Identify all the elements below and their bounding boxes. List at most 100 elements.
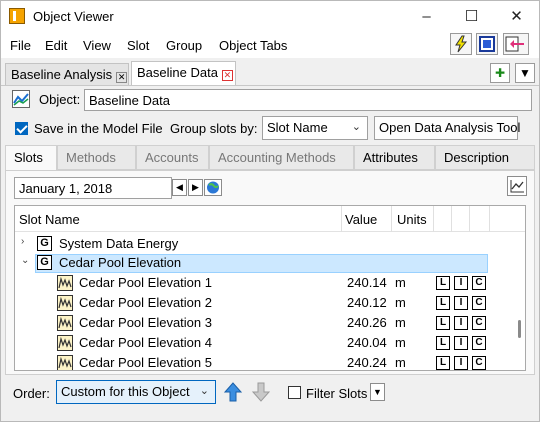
tab-description[interactable]: Description [435, 145, 535, 170]
move-up-icon[interactable] [223, 381, 243, 403]
slot-tree: Slot Name Value Units › G System Data En… [14, 205, 526, 371]
save-in-model-checkbox[interactable] [15, 122, 28, 135]
flag-i-icon: I [454, 336, 468, 350]
previous-date-button[interactable]: ◀ [172, 179, 187, 196]
column-value[interactable]: Value [345, 212, 377, 227]
column-separator [391, 206, 392, 232]
table-row[interactable]: Cedar Pool Elevation 1 240.14 m L I C [15, 273, 525, 293]
slot-units: m [395, 315, 406, 330]
object-row: Object: Baseline Data [1, 85, 539, 115]
next-date-button[interactable]: ▶ [188, 179, 203, 196]
flag-l-icon: L [436, 296, 450, 310]
menu-file[interactable]: File [10, 38, 31, 53]
tab-accounting-methods[interactable]: Accounting Methods [209, 145, 354, 170]
flag-l-icon: L [436, 336, 450, 350]
group-by-dropdown[interactable]: Slot Name ⌄ [262, 116, 368, 140]
column-units[interactable]: Units [397, 212, 427, 227]
menu-slot[interactable]: Slot [127, 38, 149, 53]
slot-units: m [395, 275, 406, 290]
flag-l-icon: L [436, 276, 450, 290]
table-row[interactable]: Cedar Pool Elevation 3 240.26 m L I C [15, 313, 525, 333]
table-row[interactable]: Cedar Pool Elevation 2 240.12 m L I C [15, 293, 525, 313]
chevron-down-icon[interactable]: ⌄ [21, 255, 29, 266]
tab-label: Baseline Data [137, 65, 218, 80]
tab-label: Baseline Analysis [11, 67, 113, 82]
slot-value: 240.12 [347, 295, 387, 310]
column-slot-name[interactable]: Slot Name [19, 212, 80, 227]
slot-value: 240.24 [347, 355, 387, 370]
flag-c-icon: C [472, 356, 486, 370]
table-row[interactable]: Cedar Pool Elevation 5 240.24 m L I C [15, 353, 525, 370]
date-field[interactable]: January 1, 2018 [14, 177, 172, 199]
column-separator [341, 206, 342, 232]
close-tab-icon[interactable]: ✕ [116, 72, 128, 83]
group-row[interactable]: › G System Data Energy [15, 234, 525, 254]
group-icon: G [37, 255, 52, 270]
vertical-scrollbar[interactable] [515, 232, 525, 370]
flag-c-icon: C [472, 336, 486, 350]
chevron-right-icon[interactable]: › [21, 236, 24, 247]
flag-i-icon: I [454, 276, 468, 290]
tab-baseline-analysis[interactable]: Baseline Analysis ✕ [5, 63, 129, 85]
move-down-icon[interactable] [251, 381, 271, 403]
tab-methods[interactable]: Methods [57, 145, 136, 170]
chevron-down-icon: ⌄ [351, 121, 361, 133]
slot-name: Cedar Pool Elevation 1 [79, 275, 212, 290]
close-button[interactable]: ✕ [494, 1, 539, 32]
tab-baseline-data[interactable]: Baseline Data ✕ [131, 61, 236, 85]
open-window-icon[interactable] [476, 33, 498, 55]
dock-window-icon[interactable] [503, 33, 529, 55]
flag-l-icon: L [436, 316, 450, 330]
slot-value: 240.26 [347, 315, 387, 330]
globe-icon[interactable] [204, 179, 222, 196]
slot-value: 240.14 [347, 275, 387, 290]
lightning-icon[interactable] [450, 33, 472, 55]
tab-accounts[interactable]: Accounts [136, 145, 209, 170]
data-object-icon [12, 90, 30, 108]
order-dropdown[interactable]: Custom for this Object ⌄ [56, 380, 216, 404]
menu-object-tabs[interactable]: Object Tabs [219, 38, 287, 53]
order-value: Custom for this Object [61, 384, 190, 399]
title-bar: Object Viewer – ☐ ✕ [1, 1, 539, 32]
menu-view[interactable]: View [83, 38, 111, 53]
menu-group[interactable]: Group [166, 38, 202, 53]
slot-name: Cedar Pool Elevation 5 [79, 355, 212, 370]
scrollbar-thumb[interactable] [518, 320, 521, 338]
slots-panel: January 1, 2018 ◀ ▶ Slot Name Value Unit… [5, 170, 535, 375]
slot-name: Cedar Pool Elevation 4 [79, 335, 212, 350]
filter-slots-checkbox[interactable] [288, 386, 301, 399]
group-by-value: Slot Name [267, 120, 328, 135]
column-separator [433, 206, 434, 232]
flag-i-icon: I [454, 316, 468, 330]
object-viewer-window: Object Viewer – ☐ ✕ File Edit View Slot … [0, 0, 540, 422]
window-title: Object Viewer [33, 9, 114, 24]
table-row[interactable]: Cedar Pool Elevation 4 240.04 m L I C [15, 333, 525, 353]
bottom-bar: Order: Custom for this Object ⌄ Filter S… [1, 379, 539, 409]
minimize-button[interactable]: – [404, 1, 449, 32]
tab-attributes[interactable]: Attributes [354, 145, 435, 170]
slot-units: m [395, 355, 406, 370]
add-tab-button[interactable]: ✚ [490, 63, 510, 83]
tab-slots[interactable]: Slots [5, 145, 57, 170]
order-label: Order: [13, 386, 50, 401]
open-data-analysis-button[interactable]: Open Data Analysis Tool [374, 116, 520, 140]
filter-options-button[interactable]: ▼ [370, 383, 385, 401]
close-tab-icon[interactable]: ✕ [221, 70, 233, 81]
series-slot-icon [57, 355, 73, 370]
flag-l-icon: L [436, 356, 450, 370]
series-slot-icon [57, 295, 73, 311]
object-name-field[interactable]: Baseline Data [84, 89, 532, 111]
tab-menu-button[interactable]: ▼ [515, 63, 535, 83]
save-in-model-label: Save in the Model File [34, 121, 163, 136]
flag-i-icon: I [454, 296, 468, 310]
group-row-selected[interactable]: ⌄ G Cedar Pool Elevation [15, 253, 525, 273]
slot-name: Cedar Pool Elevation 3 [79, 315, 212, 330]
group-icon: G [37, 236, 52, 251]
group-by-label: Group slots by: [170, 121, 258, 136]
plot-icon[interactable] [507, 176, 527, 196]
series-slot-icon [57, 275, 73, 291]
maximize-button[interactable]: ☐ [449, 1, 494, 32]
menu-edit[interactable]: Edit [45, 38, 67, 53]
column-separator [469, 206, 470, 232]
chevron-down-icon: ⌄ [199, 385, 209, 397]
